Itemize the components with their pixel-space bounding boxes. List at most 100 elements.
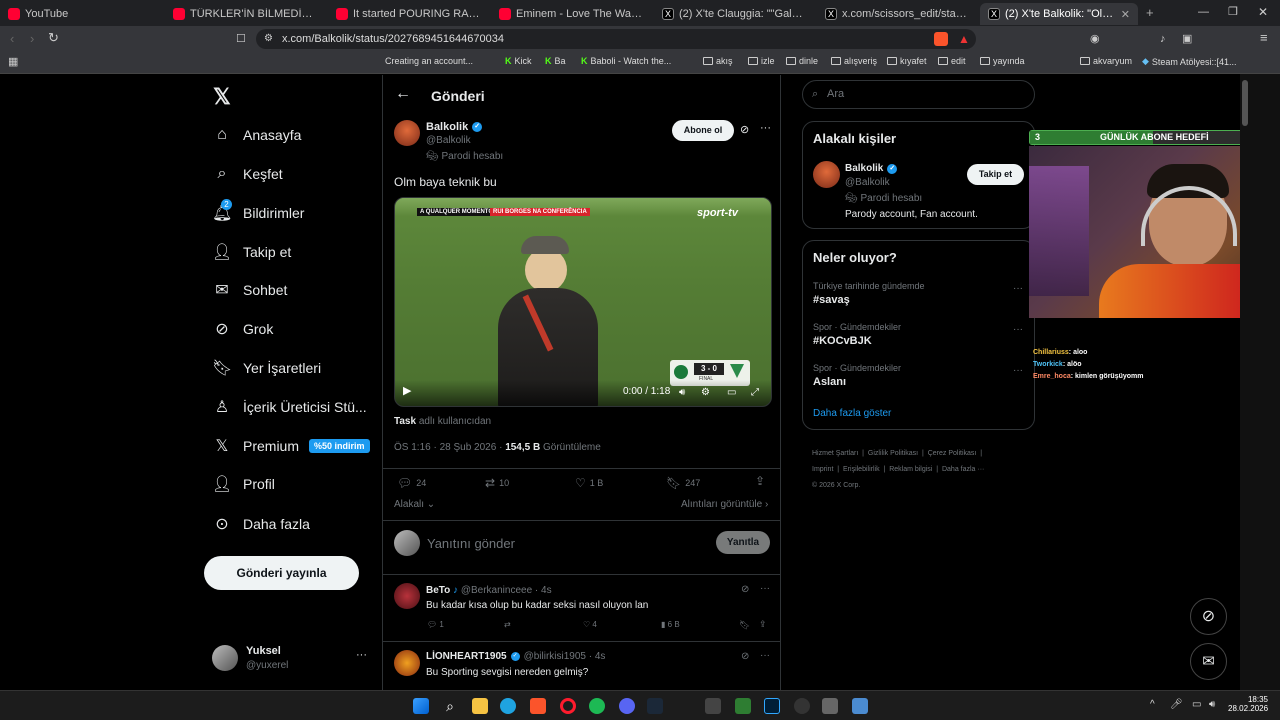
apps-icon[interactable]: ▦ [8,55,18,69]
app-icon[interactable] [852,698,868,714]
view-quotes-link[interactable]: Alıntıları görüntüle › [681,499,768,510]
repost-stat[interactable]: ⇄ 10 [485,476,509,490]
forward-icon[interactable]: › [30,32,34,46]
bookmark-icon[interactable]: 🔖︎ [739,620,750,631]
more-icon[interactable]: ··· [1013,283,1023,294]
footer-link[interactable]: Çerez Politikası [928,450,977,457]
brave-rewards-icon[interactable]: ▲ [958,32,970,46]
trend-item[interactable]: Spor · Gündemdekiler #KOCvBJK ··· [813,322,1023,347]
reply-avatar[interactable] [394,650,420,676]
nav-creator-studio[interactable]: ♙ İçerik Üreticisi Stü... [212,393,367,421]
chevron-up-icon[interactable]: ^ [1150,699,1155,710]
trend-item[interactable]: Spor · Gündemdekiler Aslanı ··· [813,363,1023,388]
file-explorer-icon[interactable] [472,698,488,714]
author-handle[interactable]: @Balkolik [426,135,471,146]
reply-item[interactable]: BeTo ♪ @Berkaninceee · 4s Bu kadar kısa … [383,574,780,640]
nav-more[interactable]: ⊙ Daha fazla [212,510,310,538]
excel-icon[interactable] [735,698,751,714]
obs-icon[interactable] [794,698,810,714]
clock[interactable]: 18:35 28.02.2026 [1228,695,1268,713]
grok-float-button[interactable]: ⊘ [1190,598,1227,635]
edge-icon[interactable] [500,698,516,714]
footer-link[interactable]: Reklam bilgisi [889,466,932,473]
nav-home[interactable]: ⌂ Anasayfa [212,121,301,149]
app-icon[interactable] [705,698,721,714]
reply-button[interactable]: Yanıtla [716,531,770,554]
more-icon[interactable]: ··· [760,122,771,134]
app-icon[interactable] [822,698,838,714]
menu-icon[interactable]: ≡ [1260,31,1268,45]
nav-follow[interactable]: 👤︎ Takip et [212,238,291,266]
subscribe-button[interactable]: Abone ol [672,120,734,141]
bookmark-steam[interactable]: ◆ Steam Atölyesi::[41... [1142,56,1236,67]
reply-stat[interactable]: 💬︎ 1 [427,620,444,629]
repost-icon[interactable]: ⇄ [504,620,511,629]
bookmark-folder-akvaryum[interactable]: akvaryum [1080,56,1132,66]
tab-youtube[interactable]: YouTube [0,3,165,25]
bookmark-stat[interactable]: 🔖︎ 247 [666,476,700,490]
extension-icon[interactable]: ◉ [1090,32,1100,46]
play-icon[interactable]: ▶ [403,384,411,397]
share-icon[interactable]: ⇪ [755,474,765,488]
bookmark-folder-izle[interactable]: izle [748,56,775,66]
relevant-sort[interactable]: Alakalı ⌄ [394,499,435,510]
steam-icon[interactable] [647,698,663,714]
bookmark-folder-dinle[interactable]: dinle [786,56,818,66]
x-logo-icon[interactable]: 𝕏 [213,84,231,110]
pip-icon[interactable]: ▭ [727,387,736,398]
bookmark-creating-account[interactable]: Creating an account... [385,56,473,66]
bookmark-folder-kiyafet[interactable]: kıyafet [887,56,927,66]
nav-chat[interactable]: ✉ Sohbet [212,276,287,304]
music-icon[interactable]: ♪ [1160,32,1166,46]
microphone-icon[interactable]: 🎤︎ [1170,699,1183,710]
nav-premium[interactable]: 𝕏 Premium %50 indirim [212,432,370,460]
footer-link[interactable]: Erişilebilirlik [843,466,880,473]
person-avatar[interactable] [813,161,840,188]
reply-stat[interactable]: 💬︎ 24 [397,476,426,490]
tab-youtube-4[interactable]: Eminem - Love The Way You Lie ft. Ri [491,3,651,25]
more-icon[interactable]: ··· [760,583,770,594]
footer-link[interactable]: Daha fazla ··· [942,466,984,473]
search-icon[interactable]: ⌕ [442,698,458,714]
bookmark-baboli[interactable]: K Baboli - Watch the... [581,56,671,66]
grok-icon[interactable]: ⊘ [740,123,749,136]
follow-button[interactable]: Takip et [967,164,1024,185]
fullscreen-icon[interactable]: ⤢ [751,387,759,398]
tagged-user[interactable]: Task adlı kullanıcıdan [394,416,491,427]
photoshop-icon[interactable] [764,698,780,714]
bookmark-kick[interactable]: K Kick [505,56,532,66]
volume-icon[interactable]: 🔊︎ [679,387,685,398]
reply-item[interactable]: LİONHEART1905 ✓ @bilirkisi1905 · 4s Bu Spo… [383,641,780,690]
bookmark-folder-alisveris[interactable]: alışveriş [831,56,877,66]
tab-youtube-3[interactable]: It started POURING RAIN! There were [328,3,488,25]
site-info-icon[interactable]: ⚙ [264,32,273,46]
bookmark-folder-edit[interactable]: edit [938,56,966,66]
close-window-icon[interactable]: ✕ [1258,5,1268,19]
more-icon[interactable]: ··· [760,650,770,661]
author-name[interactable]: Balkolik ✓ [426,121,483,133]
discord-icon[interactable] [619,698,635,714]
back-icon[interactable]: ‹ [10,32,14,46]
bookmark-page-icon[interactable]: ☐ [236,32,246,46]
new-tab-icon[interactable]: + [1146,6,1154,20]
bookmark-folder-yayinda[interactable]: yayında [980,56,1025,66]
nav-profile[interactable]: 👤︎ Profil [212,470,275,498]
tab-x-2[interactable]: Xx.com/scissors_edit/status/20274775 [817,3,977,25]
spotify-icon[interactable] [589,698,605,714]
show-more-link[interactable]: Daha fazla göster [813,408,891,419]
grok-icon[interactable]: ⊘ [741,584,749,595]
search-input[interactable]: ⌕ Ara [802,80,1035,109]
reply-author[interactable]: LİONHEART1905 ✓ @bilirkisi1905 · 4s [426,651,605,662]
nav-explore[interactable]: ⌕ Keşfet [212,160,283,188]
account-switcher[interactable]: Yuksel @yuxerel ··· [212,645,372,675]
footer-link[interactable]: Imprint [812,466,833,473]
post-button[interactable]: Gönderi yayınla [204,556,359,590]
nav-bookmarks[interactable]: 🔖︎ Yer İşaretleri [212,354,321,382]
display-icon[interactable]: ▭ [1192,699,1201,710]
more-icon[interactable]: ··· [1013,324,1023,335]
sidebar-icon[interactable]: ▣ [1182,32,1192,46]
bookmark-ba[interactable]: K Ba [545,56,566,66]
reply-author[interactable]: BeTo ♪ @Berkaninceee · 4s [426,585,552,596]
back-arrow-icon[interactable]: ← [395,85,411,103]
tab-youtube-2[interactable]: TÜRKLER'İN BİLMEDİĞİ UCUZA TATİL [165,3,325,25]
